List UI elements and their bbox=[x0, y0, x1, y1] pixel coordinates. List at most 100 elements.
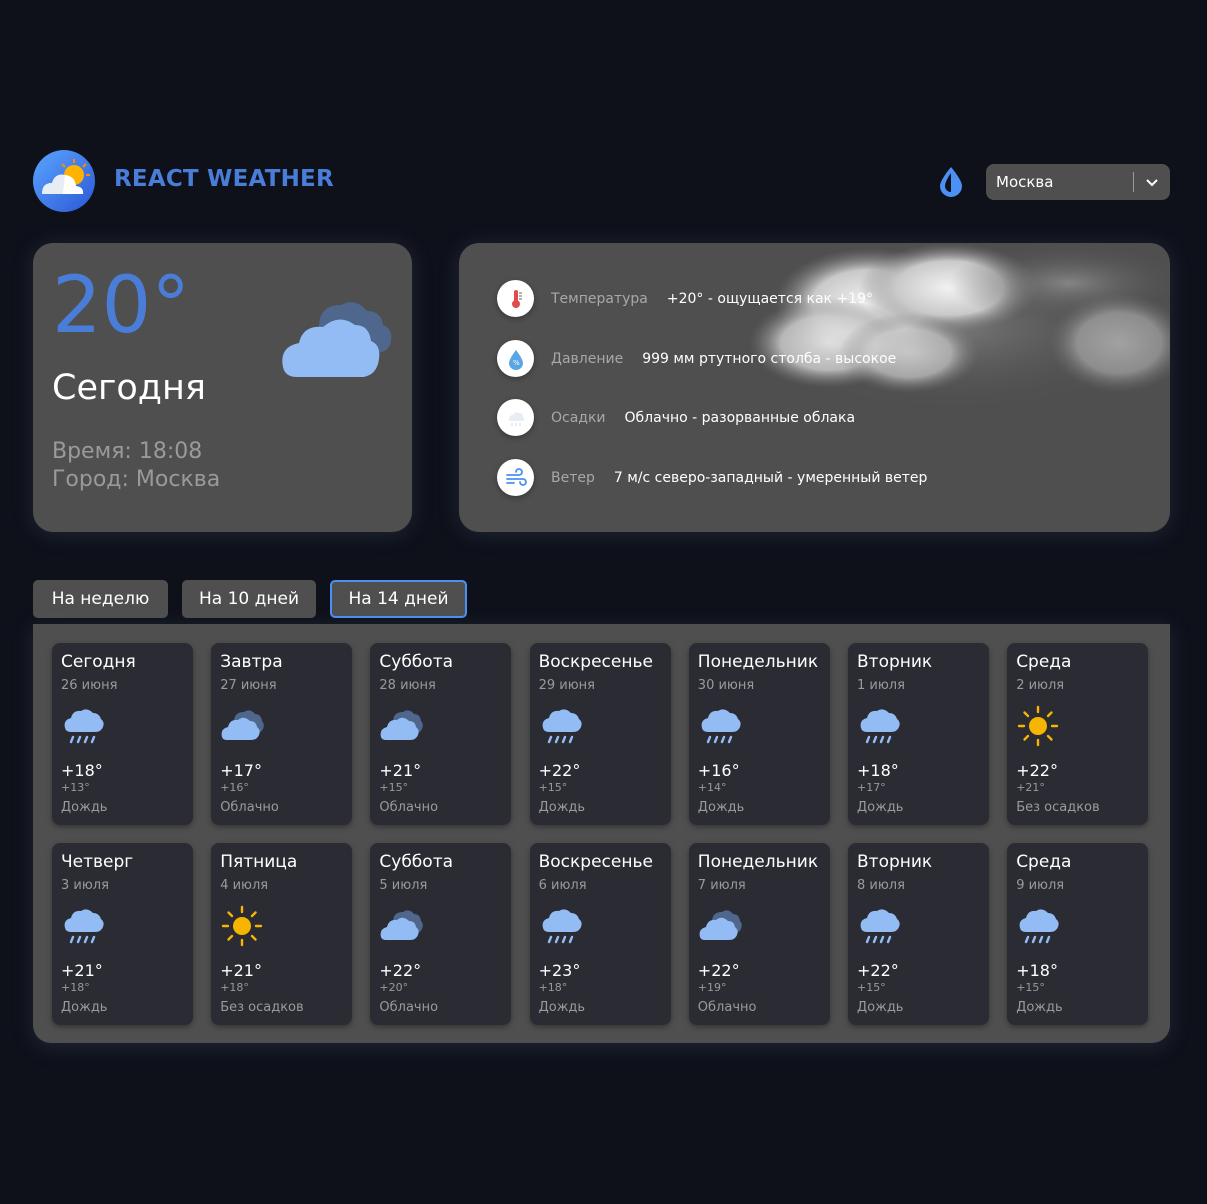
forecast-date: 3 июля bbox=[61, 878, 109, 893]
forecast-day-card[interactable]: Воскресенье 6 июля +23° +18° Дождь bbox=[529, 843, 671, 1025]
cloudy-icon bbox=[379, 704, 424, 748]
forecast-date: 6 июля bbox=[538, 878, 587, 893]
forecast-day-card[interactable]: Пятница 4 июля +21° +18° Без осадков bbox=[211, 843, 353, 1025]
rain-icon bbox=[539, 904, 583, 948]
detail-label: Осадки bbox=[551, 409, 606, 426]
rain-icon bbox=[539, 704, 583, 748]
forecast-date: 28 июня bbox=[379, 678, 436, 693]
forecast-day-card[interactable]: Четверг 3 июля +21° +18° Дождь bbox=[52, 843, 193, 1025]
sun-icon bbox=[1016, 704, 1060, 748]
forecast-day-card[interactable]: Среда 2 июля +22° +21° Без осадков bbox=[1007, 643, 1149, 825]
forecast-day-name: Понедельник bbox=[697, 852, 819, 872]
forecast-temp-max: +22° bbox=[697, 961, 740, 980]
cloudy-icon bbox=[698, 904, 742, 948]
forecast-temp-max: +16° bbox=[697, 761, 740, 780]
city-select[interactable]: Москва bbox=[986, 164, 1170, 200]
forecast-tabs: На неделю На 10 дней На 14 дней bbox=[33, 580, 481, 618]
forecast-day-name: Завтра bbox=[220, 652, 283, 672]
detail-value: +20° - ощущается как +19° bbox=[666, 290, 873, 307]
forecast-day-name: Понедельник bbox=[697, 652, 819, 672]
forecast-description: Дождь bbox=[1016, 1000, 1063, 1015]
forecast-description: Облачно bbox=[379, 800, 439, 815]
detail-row-precipitation: Осадки Облачно - разорванные облака bbox=[497, 399, 855, 436]
forecast-temp-max: +22° bbox=[857, 961, 899, 980]
forecast-temp-max: +22° bbox=[538, 761, 581, 780]
precipitation-icon bbox=[497, 399, 534, 436]
forecast-temp-min: +16° bbox=[220, 781, 249, 794]
forecast-date: 5 июля bbox=[379, 878, 428, 893]
forecast-temp-max: +17° bbox=[220, 761, 262, 780]
drop-icon[interactable] bbox=[936, 165, 966, 197]
forecast-day-card[interactable]: Сегодня 26 июня +18° +13° Дождь bbox=[52, 643, 193, 825]
forecast-temp-max: +22° bbox=[379, 961, 422, 980]
city-select-value: Москва bbox=[996, 173, 1054, 191]
svg-text:%: % bbox=[513, 359, 520, 367]
forecast-description: Дождь bbox=[538, 1000, 586, 1015]
forecast-temp-min: +15° bbox=[857, 981, 886, 994]
rain-icon bbox=[61, 704, 105, 748]
current-temperature: 20° bbox=[52, 261, 191, 351]
forecast-day-name: Среда bbox=[1016, 652, 1072, 672]
forecast-temp-min: +15° bbox=[1016, 981, 1045, 994]
rain-icon bbox=[857, 704, 901, 748]
forecast-day-name: Вторник bbox=[857, 852, 933, 872]
forecast-description: Дождь bbox=[61, 1000, 108, 1015]
forecast-temp-min: +15° bbox=[379, 781, 409, 794]
forecast-temp-min: +21° bbox=[1016, 781, 1045, 794]
forecast-temp-min: +19° bbox=[697, 981, 727, 994]
detail-value: 999 мм ртутного столба - высокое bbox=[642, 350, 897, 367]
forecast-grid: Сегодня 26 июня +18° +13° Дождь Завтра 27 июня… bbox=[33, 624, 1170, 1043]
forecast-date: 1 июля bbox=[857, 678, 905, 693]
rain-icon bbox=[698, 704, 742, 748]
forecast-day-card[interactable]: Вторник 8 июля +22° +15° Дождь bbox=[848, 843, 989, 1025]
tab-week[interactable]: На неделю bbox=[33, 580, 168, 618]
detail-value: Облачно - разорванные облака bbox=[624, 409, 856, 426]
forecast-day-name: Вторник bbox=[857, 652, 933, 672]
forecast-temp-min: +14° bbox=[697, 781, 727, 794]
today-card: 20° Сегодня Время: 18:08 Город: Москва bbox=[33, 243, 412, 532]
detail-row-temperature: Температура +20° - ощущается как +19° bbox=[497, 280, 873, 317]
tab-10-days[interactable]: На 10 дней bbox=[182, 580, 316, 618]
forecast-day-name: Пятница bbox=[220, 852, 298, 872]
forecast-day-card[interactable]: Суббота 5 июля +22° +20° Облачно bbox=[370, 843, 512, 1025]
forecast-temp-max: +18° bbox=[857, 761, 899, 780]
tab-14-days[interactable]: На 14 дней bbox=[330, 580, 467, 618]
forecast-day-card[interactable]: Завтра 27 июня +17° +16° Облачно bbox=[211, 643, 353, 825]
forecast-day-card[interactable]: Суббота 28 июня +21° +15° Облачно bbox=[370, 643, 512, 825]
forecast-day-name: Суббота bbox=[379, 852, 454, 872]
forecast-temp-min: +18° bbox=[61, 981, 90, 994]
forecast-day-card[interactable]: Понедельник 30 июня +16° +14° Дождь bbox=[688, 643, 830, 825]
forecast-day-card[interactable]: Среда 9 июля +18° +15° Дождь bbox=[1007, 843, 1149, 1025]
today-label: Сегодня bbox=[52, 368, 206, 408]
detail-label: Ветер bbox=[551, 469, 595, 486]
current-time: Время: 18:08 bbox=[52, 439, 203, 464]
forecast-temp-min: +18° bbox=[220, 981, 249, 994]
forecast-temp-max: +18° bbox=[61, 761, 103, 780]
pressure-icon: % bbox=[497, 340, 534, 377]
forecast-temp-min: +15° bbox=[538, 781, 568, 794]
forecast-day-card[interactable]: Воскресенье 29 июня +22° +15° Дождь bbox=[529, 643, 671, 825]
detail-label: Давление bbox=[551, 350, 624, 367]
forecast-day-card[interactable]: Понедельник 7 июля +22° +19° Облачно bbox=[688, 843, 830, 1025]
cloudy-icon bbox=[379, 904, 424, 948]
rain-icon bbox=[61, 904, 105, 948]
forecast-description: Облачно bbox=[697, 1000, 757, 1015]
cloudy-icon bbox=[220, 704, 264, 748]
forecast-day-card[interactable]: Вторник 1 июля +18° +17° Дождь bbox=[848, 643, 989, 825]
forecast-day-name: Среда bbox=[1016, 852, 1072, 872]
forecast-temp-max: +18° bbox=[1016, 961, 1058, 980]
clouds-background bbox=[739, 243, 1170, 413]
forecast-temp-min: +13° bbox=[61, 781, 90, 794]
thermometer-icon bbox=[497, 280, 534, 317]
current-city: Город: Москва bbox=[52, 467, 221, 492]
forecast-temp-max: +21° bbox=[379, 761, 422, 780]
forecast-description: Облачно bbox=[220, 800, 279, 815]
forecast-day-name: Четверг bbox=[61, 852, 134, 872]
forecast-date: 9 июля bbox=[1016, 878, 1065, 893]
forecast-day-name: Сегодня bbox=[61, 652, 136, 672]
forecast-date: 4 июля bbox=[220, 878, 269, 893]
wind-icon bbox=[497, 459, 534, 496]
rain-icon bbox=[857, 904, 901, 948]
forecast-temp-min: +18° bbox=[538, 981, 568, 994]
detail-value: 7 м/с северо-западный - умеренный ветер bbox=[613, 469, 928, 486]
